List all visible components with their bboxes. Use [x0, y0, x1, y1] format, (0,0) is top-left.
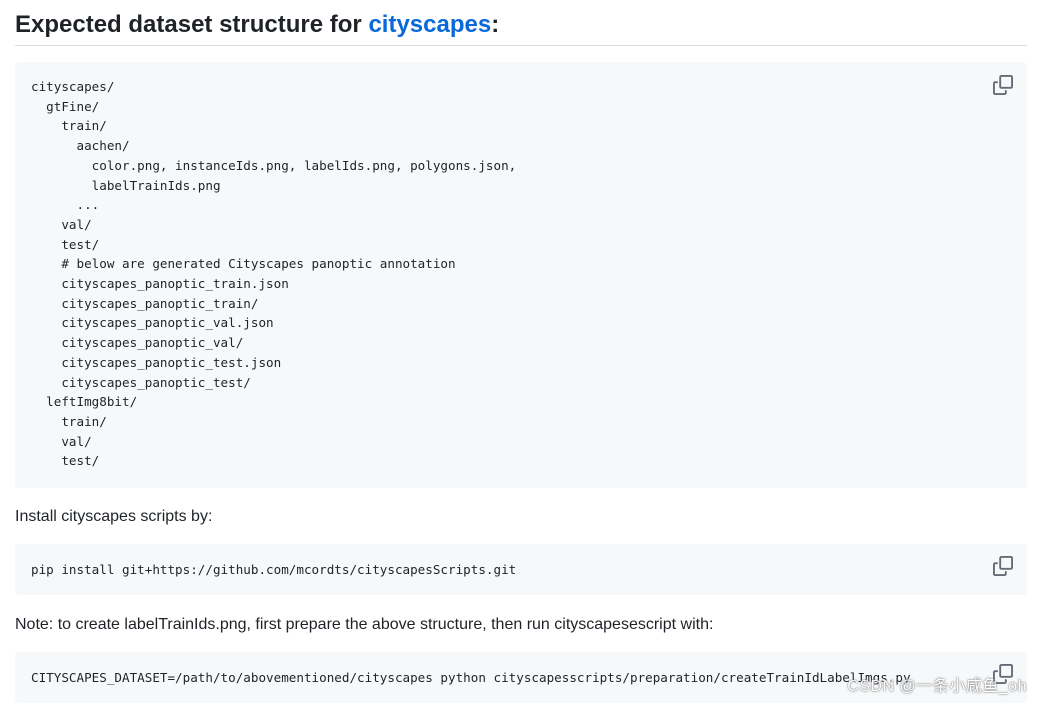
dataset-structure-code: cityscapes/ gtFine/ train/ aachen/ color…	[31, 79, 517, 469]
cityscapes-link[interactable]: cityscapes	[368, 11, 491, 38]
copy-button[interactable]	[993, 556, 1013, 576]
watermark: CSDN @一条小咸鱼_oh	[847, 678, 1027, 695]
heading-prefix: Expected dataset structure for	[15, 11, 369, 38]
copy-icon	[993, 75, 1013, 95]
install-instructions: Install cityscapes scripts by:	[15, 508, 213, 525]
pip-install-code: pip install git+https://github.com/mcord…	[31, 562, 517, 577]
pip-install-code-block: pip install git+https://github.com/mcord…	[15, 544, 1027, 595]
note-paragraph: Note: to create labelTrainIds.png, first…	[15, 616, 714, 633]
section-heading: Expected dataset structure for cityscape…	[15, 8, 1027, 46]
heading-suffix: :	[491, 11, 500, 38]
copy-icon	[993, 556, 1013, 576]
copy-button[interactable]	[993, 75, 1013, 95]
dataset-structure-code-block: cityscapes/ gtFine/ train/ aachen/ color…	[15, 62, 1027, 488]
